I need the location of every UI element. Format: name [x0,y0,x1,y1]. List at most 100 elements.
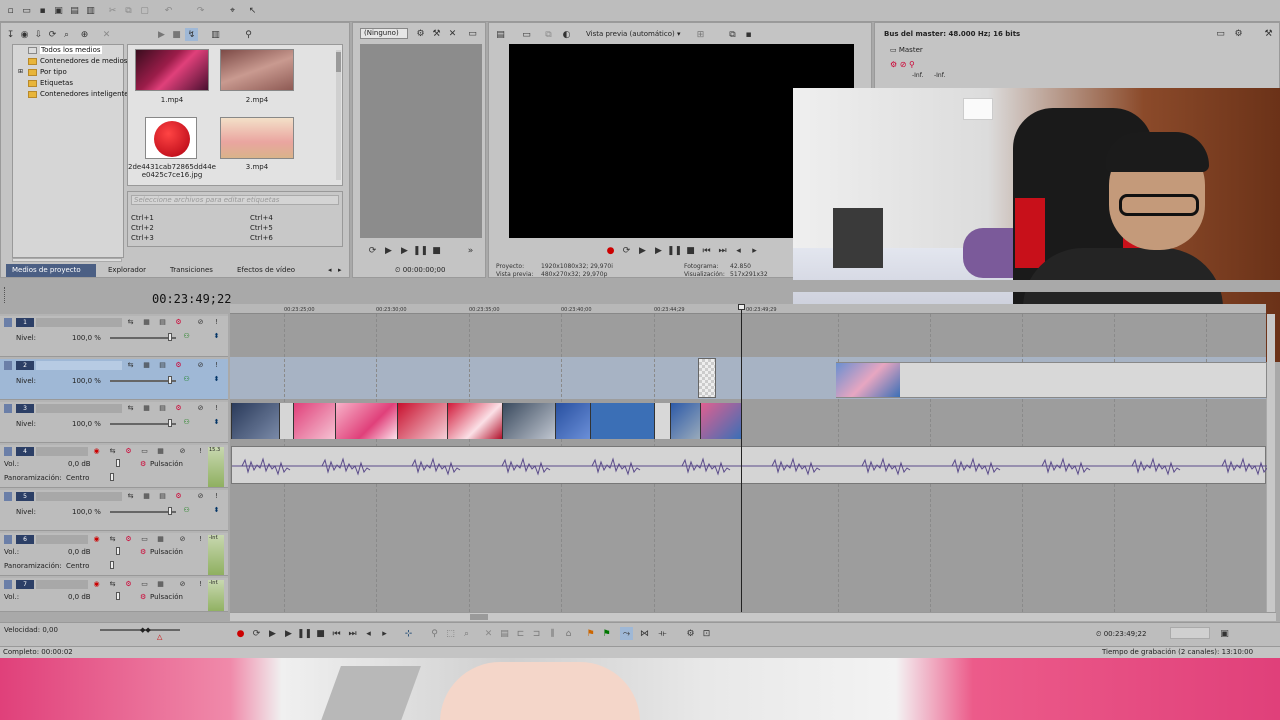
track-menu-icon[interactable]: ⬍ [212,375,221,384]
track-expand-icon[interactable] [4,535,12,544]
stop-icon[interactable]: ■ [170,28,183,41]
tree-item-contenedores[interactable]: Contenedores de medios [28,57,127,65]
tag-input[interactable]: Seleccione archivos para editar etiqueta… [131,195,339,205]
trim-end-icon[interactable]: ⊐ [530,627,543,640]
master-fx-chain-icon[interactable]: ⚙ ⊘ ⚲ [890,60,915,69]
input-bus-icon[interactable]: ⚙ [140,460,146,468]
import-icon[interactable]: ↧ [4,28,17,41]
clip-track2-image[interactable] [698,358,716,398]
playhead-handle[interactable] [738,304,745,310]
fade-icon[interactable]: ⚇ [182,375,191,384]
solo-icon[interactable]: ! [196,580,205,589]
media-thumb-3[interactable] [145,117,197,159]
track-fx-icon[interactable]: ▦ [142,318,151,327]
media-thumb-2[interactable] [220,49,294,91]
preview-external-icon[interactable]: ▭ [520,28,533,41]
arm-record-icon[interactable]: ◉ [92,447,101,456]
redo-icon[interactable]: ↷ [194,4,207,17]
solo-icon[interactable]: ! [196,447,205,456]
input-bus-icon[interactable]: ⚙ [140,593,146,601]
next-frame-icon[interactable]: ▸ [748,244,761,257]
track-header-1[interactable]: 1 ⇆ ▦ ▤ ⚙ ⊘ ! Nivel: 100,0 % ⚇ ⬍ [0,316,228,357]
trimmer-play-icon[interactable]: ▶ [398,244,411,257]
mute-icon[interactable]: ⊘ [196,492,205,501]
envelope-tool-icon[interactable]: ⚲ [428,627,441,640]
refresh-icon[interactable]: ⟳ [46,28,59,41]
find-icon[interactable]: ⚲ [242,28,255,41]
insert-marker-icon[interactable]: ⚑ [584,627,597,640]
trimmer-close-icon[interactable]: ✕ [446,27,459,40]
video-clip[interactable] [590,403,654,439]
track-fx-icon[interactable]: ▦ [142,404,151,413]
track-effects-icon[interactable]: ⚙ [124,535,133,544]
track-expand-icon[interactable] [4,318,12,327]
views-icon[interactable]: ▥ [209,28,222,41]
loop-icon[interactable]: ⟳ [620,244,633,257]
level-slider[interactable] [110,337,176,339]
trimmer-pause-icon[interactable]: ❚❚ [413,244,428,257]
track-header-3[interactable]: 3 ⇆ ▦ ▤ ⚙ ⊘ ! Nivel: 100,0 % ⚇ ⬍ [0,402,228,443]
trim-icon[interactable]: ▤ [498,627,511,640]
solo-icon[interactable]: ! [212,361,221,370]
video-clip[interactable] [670,403,700,439]
input-mode-value[interactable]: Pulsación [150,460,183,468]
tree-item-contenedores-inteligentes[interactable]: Contenedores inteligente [28,90,129,98]
trimmer-tool2-icon[interactable]: ⚒ [430,27,443,40]
media-thumb-1[interactable] [135,49,209,91]
play-icon[interactable]: ▶ [282,627,295,640]
tab-transiciones[interactable]: Transiciones [170,266,213,274]
input-mode-value[interactable]: Pulsación [150,548,183,556]
compositing-icon[interactable]: ▤ [158,361,167,370]
audio-clip[interactable] [231,446,1271,484]
track-name-field[interactable] [36,361,122,370]
tree-hscrollbar[interactable] [12,258,122,262]
trim-start-icon[interactable]: ⊏ [514,627,527,640]
video-clip[interactable] [397,403,447,439]
invert-phase-icon[interactable]: ⇆ [108,447,117,456]
track-motion-icon[interactable]: ⇆ [126,492,135,501]
track-expand-icon[interactable] [4,580,12,589]
split-icon[interactable]: ⫼ [546,627,559,640]
fade-icon[interactable]: ⚇ [182,506,191,515]
compositing-icon[interactable]: ▤ [158,492,167,501]
track-effects-icon[interactable]: ⚙ [174,404,183,413]
track-fx-icon[interactable]: ▦ [156,535,165,544]
go-to-end-icon[interactable]: ⏭ [716,244,729,257]
track-header-4[interactable]: 4 ◉ ⇆ ⚙ ▭ ▦ ⊘ ! Vol.: 0,0 dB ⚙ Pulsación… [0,445,228,488]
track-menu-icon[interactable]: ⬍ [212,506,221,515]
fade-icon[interactable]: ⚇ [182,332,191,341]
timeline-vscrollbar[interactable] [1267,314,1275,612]
save-icon[interactable]: ▪ [36,4,49,17]
track-motion-icon[interactable]: ⇆ [126,318,135,327]
trimmer-tool-icon[interactable]: ⚙ [414,27,427,40]
preview-split-icon[interactable]: ⧉ [542,28,555,41]
search-icon[interactable]: ⌕ [60,28,73,41]
cut-icon[interactable]: ✂ [106,4,119,17]
go-to-start-icon[interactable]: ⏮ [330,627,343,640]
properties-icon[interactable]: ▤ [68,4,81,17]
video-clip[interactable] [279,403,293,439]
screen-icon[interactable]: ▣ [1218,627,1231,640]
speed-slider-knob[interactable]: ◆◆ [140,626,151,634]
get-media-icon[interactable]: ⇩ [32,28,45,41]
level-slider-knob[interactable] [168,333,172,341]
mute-icon[interactable]: ⊘ [196,361,205,370]
mute-icon[interactable]: ⊘ [178,447,187,456]
trimmer-stop-icon[interactable]: ■ [430,244,443,257]
pan-slider-knob[interactable] [110,561,114,569]
zoom-icon[interactable]: ⊕ [78,28,91,41]
preview-fx-icon[interactable]: ◐ [560,28,573,41]
media-thumb-4[interactable] [220,117,294,159]
normal-edit-tool-icon[interactable]: ⊹ [402,627,415,640]
mute-icon[interactable]: ⊘ [178,580,187,589]
playhead-cursor[interactable] [741,304,742,612]
video-clip[interactable] [293,403,335,439]
level-slider[interactable] [110,380,176,382]
track-menu-icon[interactable]: ⬍ [212,418,221,427]
track-effects-icon[interactable]: ⚙ [124,580,133,589]
arm-record-icon[interactable]: ◉ [92,535,101,544]
track-name-field[interactable] [36,318,122,327]
go-to-end-icon[interactable]: ⏭ [346,627,359,640]
mute-icon[interactable]: ⊘ [196,318,205,327]
invert-phase-icon[interactable]: ⇆ [108,580,117,589]
